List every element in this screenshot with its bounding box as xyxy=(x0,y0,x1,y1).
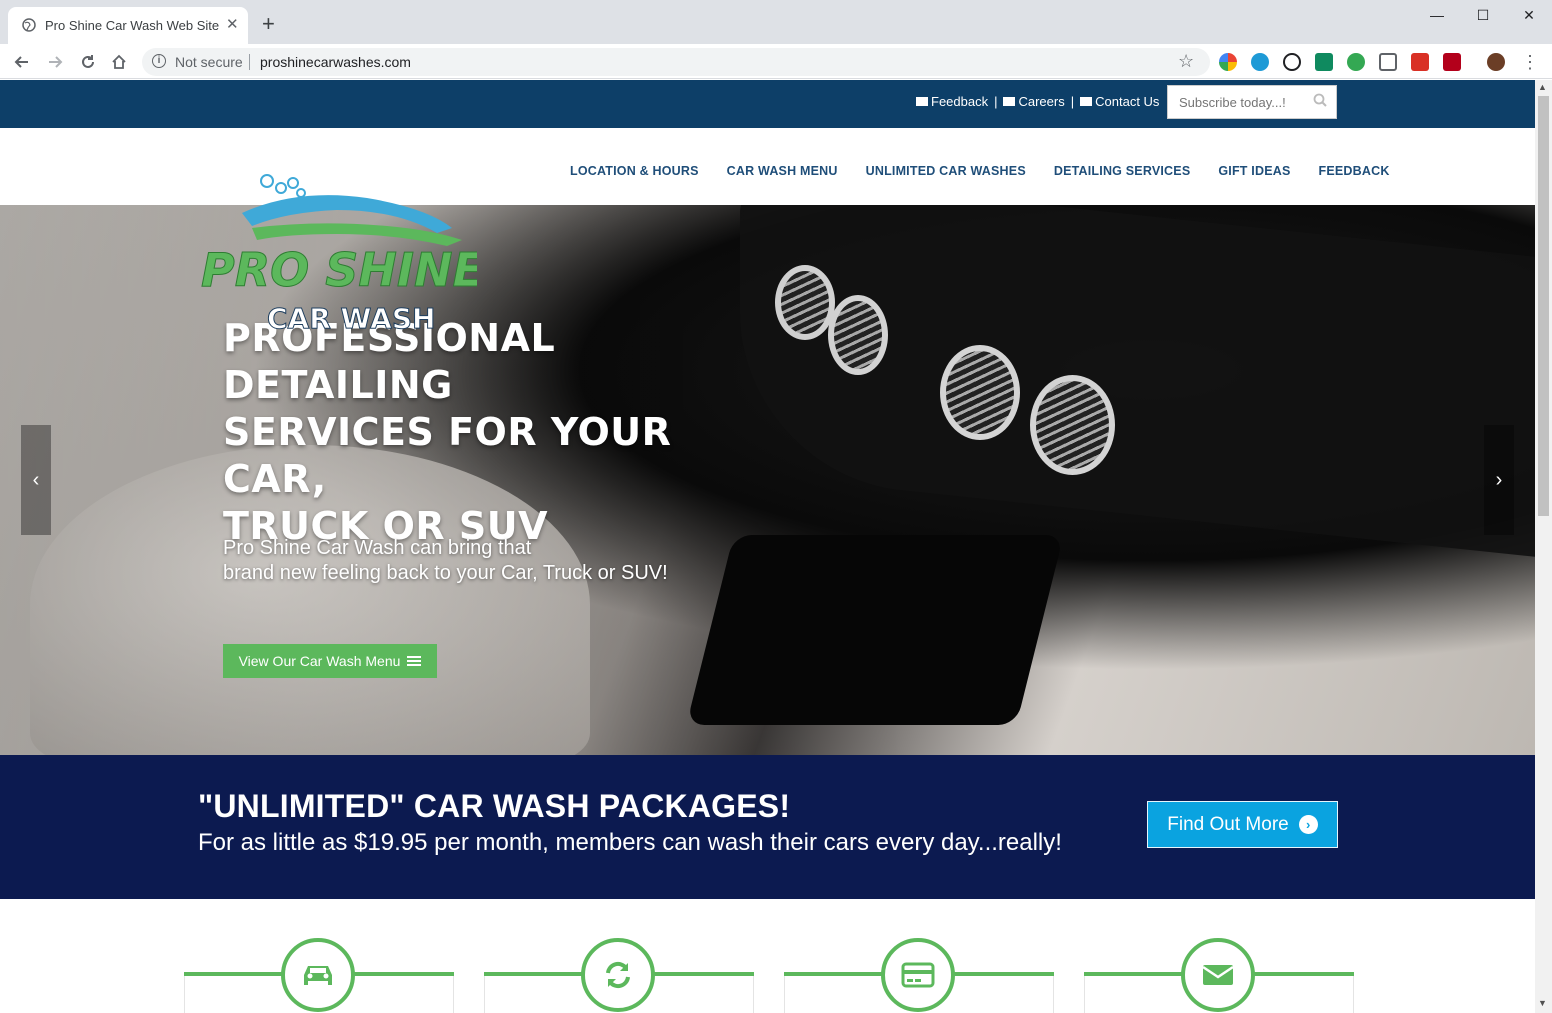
subscribe-input[interactable] xyxy=(1168,86,1308,118)
home-icon xyxy=(112,54,126,69)
globe-icon xyxy=(22,18,36,32)
back-arrow-icon xyxy=(14,56,28,68)
maximize-button[interactable]: ☐ xyxy=(1460,0,1506,30)
nav-feedback[interactable]: FEEDBACK xyxy=(1319,164,1390,178)
list-icon xyxy=(407,656,422,666)
scroll-up-icon[interactable]: ▲ xyxy=(1538,82,1547,92)
arrow-circle-icon: › xyxy=(1298,815,1318,834)
hero-subtitle: Pro Shine Car Wash can bring that brand … xyxy=(223,536,783,586)
promo-subtitle: For as little as $19.95 per month, membe… xyxy=(198,829,1062,856)
page-scrollbar[interactable]: ▲ ▼ xyxy=(1535,80,1552,1013)
nav-detailing-services[interactable]: DETAILING SERVICES xyxy=(1054,164,1191,178)
envelope-icon xyxy=(916,97,928,106)
hero-subtitle-line: Pro Shine Car Wash can bring that xyxy=(223,537,532,559)
feature-icon-ring[interactable] xyxy=(581,938,655,1012)
profile-avatar[interactable] xyxy=(1487,53,1505,71)
logo-pro-shine-text: PRO SHINE xyxy=(201,243,477,297)
envelope-icon xyxy=(1202,965,1234,985)
back-button[interactable] xyxy=(10,50,34,74)
view-menu-button-label: View Our Car Wash Menu xyxy=(238,653,401,669)
extension-google-icon[interactable] xyxy=(1219,53,1237,71)
feature-card xyxy=(784,938,1054,1013)
scroll-down-icon[interactable]: ▼ xyxy=(1538,998,1547,1008)
feedback-link[interactable]: Feedback xyxy=(916,94,988,109)
careers-link[interactable]: Careers xyxy=(1003,94,1065,109)
new-tab-button[interactable]: + xyxy=(262,13,275,35)
contact-us-link-label: Contact Us xyxy=(1095,94,1160,109)
nav-unlimited-car-washes[interactable]: UNLIMITED CAR WASHES xyxy=(866,164,1026,178)
extension-green-icon[interactable] xyxy=(1315,53,1333,71)
omnibox-divider xyxy=(249,54,250,70)
extension-circle-icon[interactable] xyxy=(1251,53,1269,71)
browser-tab[interactable]: Pro Shine Car Wash Web Site ✕ xyxy=(8,7,248,44)
view-menu-button[interactable]: View Our Car Wash Menu xyxy=(223,644,437,678)
contact-us-link[interactable]: Contact Us xyxy=(1080,94,1159,109)
utility-links: Feedback | Careers | Contact Us xyxy=(916,94,1159,109)
envelope-icon xyxy=(1080,97,1093,106)
credit-card-icon xyxy=(901,962,935,988)
feature-icon-ring[interactable] xyxy=(881,938,955,1012)
slider-next-button[interactable]: › xyxy=(1484,425,1514,535)
extension-pdf-icon[interactable] xyxy=(1443,53,1461,71)
feature-card xyxy=(484,938,754,1013)
slider-prev-button[interactable]: ‹ xyxy=(21,425,51,535)
security-status: Not secure xyxy=(175,54,243,70)
feedback-link-label: Feedback xyxy=(931,94,989,109)
feature-icon-ring[interactable] xyxy=(281,938,355,1012)
tab-close-icon[interactable]: ✕ xyxy=(226,17,239,33)
browser-menu-button[interactable]: ⋮ xyxy=(1518,50,1542,74)
subscribe-box xyxy=(1167,85,1337,119)
bookmark-star-icon[interactable]: ☆ xyxy=(1178,51,1194,72)
tab-title: Pro Shine Car Wash Web Site xyxy=(45,18,220,33)
utility-bar: Feedback | Careers | Contact Us xyxy=(0,80,1535,128)
web-page: Feedback | Careers | Contact Us LOCATION… xyxy=(0,80,1535,1013)
reload-button[interactable] xyxy=(76,50,100,74)
minimize-button[interactable]: — xyxy=(1414,0,1460,30)
extension-info-icon[interactable] xyxy=(1283,53,1301,71)
nav-car-wash-menu[interactable]: CAR WASH MENU xyxy=(727,164,838,178)
main-menu: LOCATION & HOURS CAR WASH MENU UNLIMITED… xyxy=(570,164,1418,178)
car-icon xyxy=(304,966,332,985)
forward-button[interactable] xyxy=(43,50,67,74)
find-out-more-button[interactable]: Find Out More › xyxy=(1147,801,1338,848)
reload-icon xyxy=(82,55,94,68)
extension-window-icon[interactable] xyxy=(1379,53,1397,71)
careers-link-label: Careers xyxy=(1018,94,1065,109)
browser-window: Pro Shine Car Wash Web Site ✕ + — ☐ ✕ i … xyxy=(0,0,1552,1013)
close-window-button[interactable]: ✕ xyxy=(1506,0,1552,30)
forward-arrow-icon xyxy=(49,56,63,68)
hero-title-line: SERVICES FOR YOUR CAR, xyxy=(223,410,672,501)
logo-car-wash-text: CAR WASH xyxy=(267,302,435,335)
nav-gift-ideas[interactable]: GIFT IDEAS xyxy=(1218,164,1290,178)
find-out-more-label: Find Out More xyxy=(1167,813,1289,835)
envelope-icon xyxy=(1003,97,1016,106)
nav-location-hours[interactable]: LOCATION & HOURS xyxy=(570,164,699,178)
address-bar[interactable]: i Not secure proshinecarwashes.com ☆ xyxy=(142,48,1210,76)
extension-red-icon[interactable] xyxy=(1411,53,1429,71)
refresh-icon xyxy=(606,961,630,989)
browser-toolbar: i Not secure proshinecarwashes.com ☆ ⋮ xyxy=(0,44,1552,79)
home-button[interactable] xyxy=(107,50,131,74)
feature-icon-ring[interactable] xyxy=(1181,938,1255,1012)
search-icon[interactable] xyxy=(1313,93,1327,107)
info-icon[interactable]: i xyxy=(152,54,166,68)
link-separator: | xyxy=(994,94,998,109)
promo-band: "UNLIMITED" CAR WASH PACKAGES! For as li… xyxy=(0,755,1535,899)
extension-badge-icon[interactable] xyxy=(1347,53,1365,71)
hero-title: PROFESSIONAL DETAILING SERVICES FOR YOUR… xyxy=(223,315,783,550)
pro-shine-logo[interactable]: PRO SHINE CAR WASH xyxy=(197,168,477,338)
tab-strip: Pro Shine Car Wash Web Site ✕ + — ☐ ✕ xyxy=(0,0,1552,44)
url-text[interactable]: proshinecarwashes.com xyxy=(260,54,411,70)
link-separator: | xyxy=(1070,94,1075,109)
hero-subtitle-line: brand new feeling back to your Car, Truc… xyxy=(223,562,668,584)
feature-card xyxy=(184,938,454,1013)
feature-card xyxy=(1084,938,1354,1013)
scrollbar-thumb[interactable] xyxy=(1538,96,1549,516)
promo-title: "UNLIMITED" CAR WASH PACKAGES! xyxy=(198,788,791,824)
